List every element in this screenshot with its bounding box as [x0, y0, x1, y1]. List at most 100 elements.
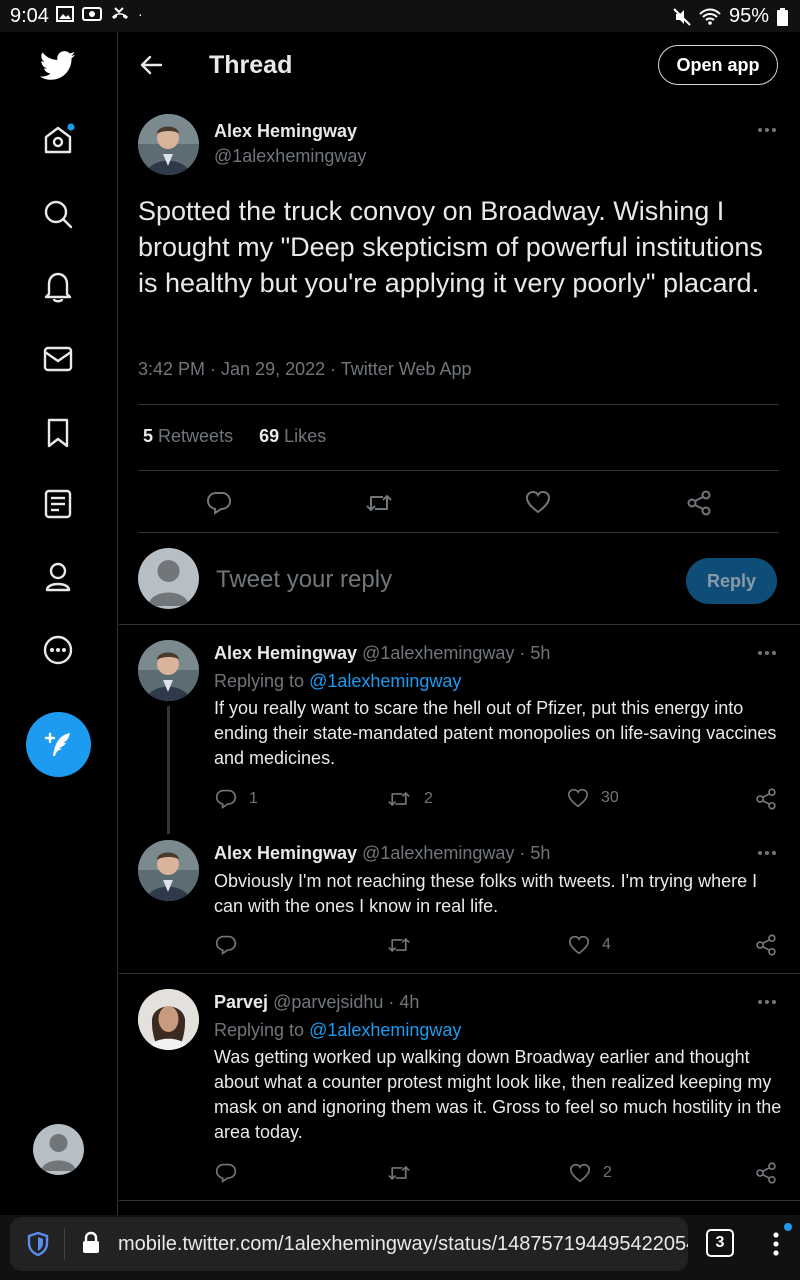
browser-toolbar: mobile.twitter.com/1alexhemingway/status… [0, 1215, 800, 1280]
sidebar-nav [0, 32, 118, 1215]
back-arrow-icon[interactable] [139, 54, 163, 76]
likes-stat[interactable]: 69 Likes [259, 426, 326, 447]
status-time: 9:04 [10, 5, 49, 27]
gallery-icon [56, 6, 74, 22]
heart-icon [568, 935, 590, 955]
my-avatar [138, 548, 199, 609]
like-action[interactable]: 2 [569, 1163, 612, 1183]
retweets-stat[interactable]: 5 Retweets [143, 426, 233, 447]
missed-call-icon [110, 6, 130, 22]
reply-more-icon[interactable] [755, 843, 779, 863]
url-text[interactable]: mobile.twitter.com/1alexhemingway/status… [118, 1233, 688, 1256]
address-bar[interactable]: mobile.twitter.com/1alexhemingway/status… [10, 1217, 688, 1271]
reply-author-name[interactable]: Parvej [214, 992, 268, 1012]
heart-icon [525, 490, 551, 514]
divider [138, 404, 779, 405]
like-action[interactable] [525, 490, 551, 514]
divider [119, 624, 800, 625]
notification-dot-icon: · [138, 6, 143, 22]
reply-avatar[interactable] [138, 640, 199, 701]
tabs-button[interactable]: 3 [706, 1229, 734, 1257]
reply-count: 1 [249, 790, 258, 807]
divider [119, 973, 800, 974]
share-action[interactable] [755, 788, 777, 810]
replying-to-link[interactable]: @1alexhemingway [309, 671, 461, 691]
more-options-icon[interactable] [38, 630, 78, 670]
reply-author-name[interactable]: Alex Hemingway [214, 843, 357, 863]
status-bar: 9:04 · 95% [0, 0, 800, 32]
browser-menu-icon[interactable] [772, 1231, 784, 1257]
open-app-button[interactable]: Open app [658, 45, 778, 85]
compose-tweet-button[interactable] [26, 712, 91, 777]
retweet-icon [388, 792, 410, 806]
author-handle[interactable]: @1alexhemingway [214, 146, 366, 167]
tweet-more-icon[interactable] [755, 120, 779, 140]
reply-text: If you really want to scare the hell out… [214, 698, 777, 768]
lock-icon[interactable] [81, 1231, 101, 1255]
reply-avatar[interactable] [138, 840, 199, 901]
retweet-icon [388, 938, 410, 952]
replying-to-label: Replying to [214, 671, 305, 691]
reply-action[interactable] [215, 1162, 249, 1184]
messages-envelope-icon[interactable] [38, 339, 78, 379]
reply-handle-time[interactable]: @1alexhemingway · 5h [362, 843, 550, 863]
author-avatar[interactable] [138, 114, 199, 175]
reply-avatar[interactable] [138, 989, 199, 1050]
share-action[interactable] [755, 1162, 777, 1184]
twitter-logo-icon[interactable] [38, 46, 78, 86]
profile-icon[interactable] [38, 557, 78, 597]
reply-text: Was getting worked up walking down Broad… [214, 1047, 782, 1142]
share-icon [687, 490, 711, 516]
account-avatar[interactable] [33, 1124, 84, 1175]
reply-handle-time[interactable]: @parvejsidhu · 4h [273, 992, 419, 1012]
share-action[interactable] [686, 490, 712, 516]
heart-icon [569, 1163, 591, 1183]
bookmarks-icon[interactable] [38, 413, 78, 453]
retweet-count: 2 [424, 790, 433, 807]
reply-more-icon[interactable] [755, 643, 779, 663]
like-count: 4 [602, 936, 611, 953]
mute-icon [673, 7, 691, 26]
thread-connector [167, 706, 170, 834]
lists-icon[interactable] [38, 484, 78, 524]
tweet-stats: 5 Retweets 69 Likes [143, 426, 326, 447]
retweet-action[interactable] [386, 934, 424, 956]
search-icon[interactable] [38, 194, 78, 234]
share-icon [756, 1162, 776, 1184]
share-icon [756, 934, 776, 956]
like-count: 2 [603, 1164, 612, 1181]
author-name[interactable]: Alex Hemingway [214, 121, 357, 142]
tweet-reply-input[interactable]: Tweet your reply [216, 566, 392, 594]
divider [138, 532, 779, 533]
divider [119, 1200, 800, 1201]
replying-to: Replying to @1alexhemingway [214, 1020, 461, 1041]
reply-button[interactable]: Reply [686, 558, 777, 604]
retweet-icon [388, 1166, 410, 1180]
divider [138, 470, 779, 471]
reply-icon [206, 492, 232, 515]
reply-action[interactable] [215, 934, 249, 956]
share-action[interactable] [755, 934, 777, 956]
home-icon[interactable] [38, 120, 78, 160]
reply-action[interactable]: 1 [215, 788, 258, 810]
tweet-timestamp[interactable]: 3:42 PM · Jan 29, 2022 · Twitter Web App [138, 359, 472, 380]
battery-percent: 95% [728, 5, 769, 27]
replying-to-label: Replying to [214, 1020, 305, 1040]
retweet-action[interactable]: 2 [386, 788, 433, 810]
reply-handle-time[interactable]: @1alexhemingway · 5h [362, 643, 550, 663]
reply-icon [215, 1163, 237, 1184]
page-title: Thread [209, 51, 293, 79]
reply-author-name[interactable]: Alex Hemingway [214, 643, 357, 663]
shield-icon[interactable] [26, 1231, 50, 1257]
reply-more-icon[interactable] [755, 992, 779, 1012]
tweet-text: Spotted the truck convoy on Broadway. Wi… [138, 196, 763, 298]
reply-header: Alex Hemingway @1alexhemingway · 5h [214, 843, 550, 864]
retweet-action[interactable] [365, 490, 393, 516]
retweet-action[interactable] [386, 1162, 424, 1184]
replying-to-link[interactable]: @1alexhemingway [309, 1020, 461, 1040]
notifications-bell-icon[interactable] [38, 267, 78, 307]
wifi-icon [699, 8, 721, 26]
like-action[interactable]: 4 [568, 935, 611, 955]
reply-action[interactable] [206, 490, 232, 516]
like-action[interactable]: 30 [567, 788, 619, 808]
